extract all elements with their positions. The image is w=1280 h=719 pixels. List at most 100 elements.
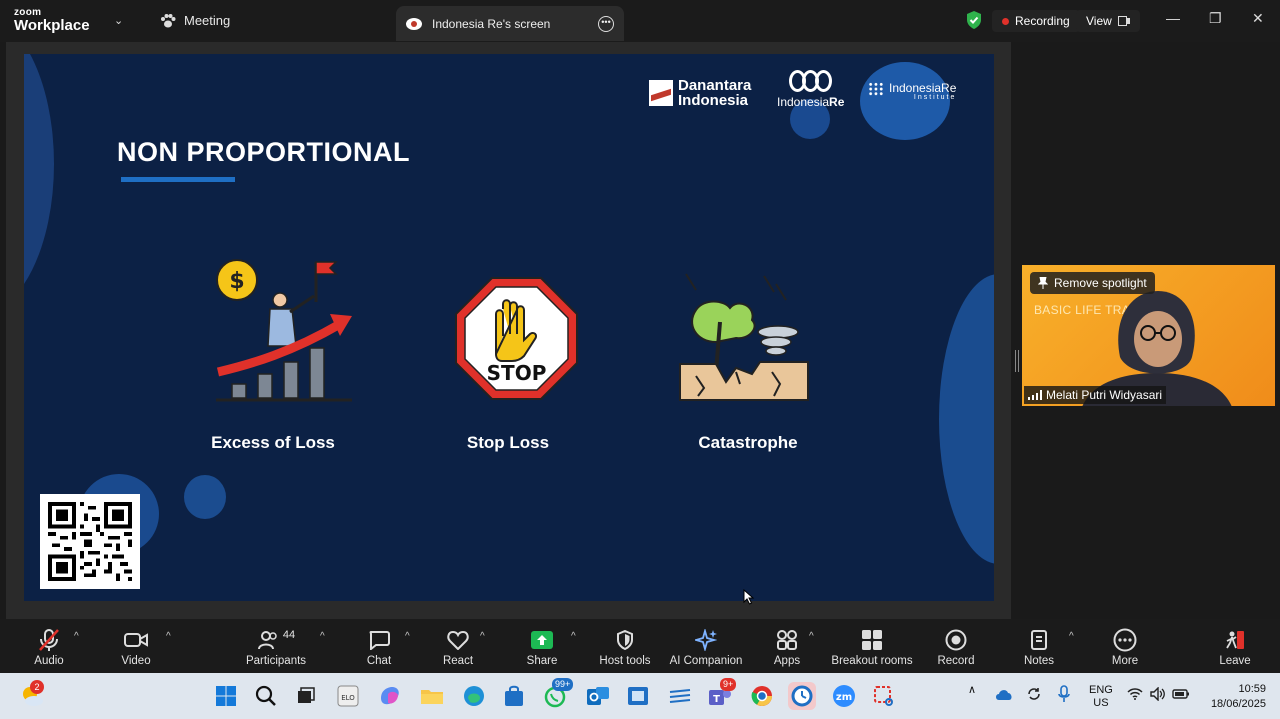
more-button[interactable]: More	[1106, 627, 1144, 667]
view-button[interactable]: View	[1076, 10, 1140, 32]
taskbar-app-active[interactable]	[788, 682, 816, 710]
slide-title: NON PROPORTIONAL	[117, 137, 411, 167]
audio-button[interactable]: Audio	[28, 627, 70, 667]
leave-button[interactable]: Leave	[1216, 627, 1254, 667]
apps-options-caret-icon[interactable]: ^	[809, 631, 814, 642]
remove-spotlight-button[interactable]: Remove spotlight	[1030, 272, 1155, 294]
danantara-logo: Danantara Indonesia	[649, 78, 751, 108]
ai-companion-button[interactable]: AI Companion	[668, 627, 744, 667]
host-tools-button[interactable]: Host tools	[598, 627, 652, 667]
svg-text:T: T	[713, 694, 720, 705]
copilot-icon	[381, 687, 399, 705]
taskbar-chrome[interactable]	[748, 682, 776, 710]
disaster-icon	[679, 273, 809, 401]
taskbar-app-grid[interactable]	[624, 682, 652, 710]
taskbar-app-lines[interactable]	[666, 682, 694, 710]
participants-options-caret-icon[interactable]: ^	[320, 631, 325, 642]
language-indicator[interactable]: ENG US	[1089, 684, 1113, 710]
tab-shared-screen[interactable]: Indonesia Re's screen •••	[396, 6, 624, 41]
audio-options-caret-icon[interactable]: ^	[74, 631, 79, 642]
clock-app-icon	[791, 685, 813, 707]
volume-icon[interactable]	[1150, 687, 1166, 701]
chevron-down-icon[interactable]: ⌄	[114, 14, 123, 27]
folder-icon	[421, 690, 443, 704]
share-screen-icon	[531, 631, 553, 649]
recording-indicator[interactable]: Recording	[992, 10, 1080, 32]
heart-icon	[447, 630, 469, 650]
taskbar-snipping-tool[interactable]	[870, 682, 898, 710]
notes-button[interactable]: Notes	[1020, 627, 1058, 667]
indonesia-re-logo: IndonesiaRe	[777, 70, 844, 109]
taskbar-outlook[interactable]	[584, 682, 612, 710]
battery-icon[interactable]	[1172, 688, 1190, 700]
participants-button[interactable]: 44 Participants	[244, 627, 308, 667]
danantara-line1: Danantara	[678, 77, 752, 94]
taskbar-teams[interactable]: T 9+	[706, 678, 737, 710]
rings-icon	[777, 70, 844, 92]
tray-overflow-chevron-icon[interactable]: ∧	[968, 683, 976, 696]
outlook-icon	[587, 687, 609, 705]
svg-text:STOP: STOP	[487, 361, 547, 385]
panel-resize-handle[interactable]	[1015, 350, 1019, 372]
taskbar-app-elo[interactable]: ELO	[334, 682, 362, 710]
share-button[interactable]: Share	[524, 627, 560, 667]
sync-icon[interactable]	[1026, 686, 1042, 702]
screen-share-icon	[406, 17, 422, 30]
react-options-caret-icon[interactable]: ^	[480, 631, 485, 642]
snipping-tool-icon	[874, 686, 893, 706]
clock-date: 18/06/2025	[1210, 698, 1266, 710]
windows-logo-icon	[216, 686, 236, 706]
tab-meeting[interactable]: Meeting	[160, 13, 230, 28]
shared-screen-stage: Danantara Indonesia IndonesiaRe Indonesi…	[6, 42, 1011, 619]
notes-options-caret-icon[interactable]: ^	[1069, 631, 1074, 642]
teams-badge: 9+	[720, 678, 737, 691]
taskbar-whatsapp[interactable]: 99+	[542, 678, 574, 710]
spotlight-video-tile[interactable]: BASIC LIFE TRAINING Remove spotlight Mel…	[1022, 265, 1275, 406]
restore-icon[interactable]: ❐	[1209, 10, 1222, 27]
share-options-caret-icon[interactable]: ^	[571, 631, 576, 642]
danantara-line2: Indonesia	[678, 92, 749, 109]
apps-button[interactable]: Apps	[770, 627, 804, 667]
start-button[interactable]	[212, 682, 240, 710]
taskbar-search[interactable]	[252, 682, 280, 710]
taskbar-store[interactable]	[500, 682, 528, 710]
edge-browser-icon	[464, 686, 484, 706]
breakout-rooms-label: Breakout rooms	[831, 655, 913, 667]
pin-icon	[1038, 277, 1048, 289]
danantara-mark-icon	[649, 80, 673, 106]
host-tools-label: Host tools	[599, 655, 651, 667]
security-shield-icon[interactable]	[965, 10, 983, 30]
onedrive-cloud-icon[interactable]	[994, 687, 1014, 701]
microphone-in-use-icon[interactable]	[1058, 685, 1070, 703]
taskbar-edge[interactable]	[460, 682, 488, 710]
taskbar-file-explorer[interactable]	[418, 682, 446, 710]
wifi-icon[interactable]	[1127, 688, 1143, 700]
apps-label: Apps	[773, 655, 801, 667]
close-icon[interactable]: ✕	[1252, 10, 1264, 27]
chrome-icon	[751, 686, 772, 706]
breakout-rooms-button[interactable]: Breakout rooms	[830, 627, 914, 667]
taskbar-clock[interactable]: 10:59 18/06/2025	[1211, 682, 1266, 712]
record-button[interactable]: Record	[936, 627, 976, 667]
more-options-icon[interactable]: •••	[598, 15, 614, 32]
chat-options-caret-icon[interactable]: ^	[405, 631, 410, 642]
item-label-catastrophe: Catastrophe	[698, 433, 798, 452]
weather-widget[interactable]: 2	[18, 680, 46, 710]
search-icon	[255, 685, 276, 706]
ai-companion-label: AI Companion	[669, 655, 743, 667]
react-button[interactable]: React	[440, 627, 476, 667]
ire-name-part1: Indonesia	[777, 95, 830, 109]
participants-count: 44	[282, 629, 296, 641]
title-underline	[121, 177, 235, 182]
video-options-caret-icon[interactable]: ^	[166, 631, 171, 642]
minimize-icon[interactable]: —	[1166, 10, 1180, 26]
video-button[interactable]: Video	[114, 627, 158, 667]
chat-label: Chat	[366, 655, 392, 667]
tab-meeting-label: Meeting	[184, 13, 231, 28]
institute-line1: IndonesiaRe	[889, 81, 957, 95]
taskbar-zoom[interactable]: zm	[830, 682, 858, 710]
chat-button[interactable]: Chat	[360, 627, 398, 667]
taskbar-copilot[interactable]	[376, 682, 404, 710]
task-view[interactable]	[292, 682, 320, 710]
title-bar: zoom Workplace ⌄ Meeting Indonesia Re's …	[0, 0, 1280, 42]
